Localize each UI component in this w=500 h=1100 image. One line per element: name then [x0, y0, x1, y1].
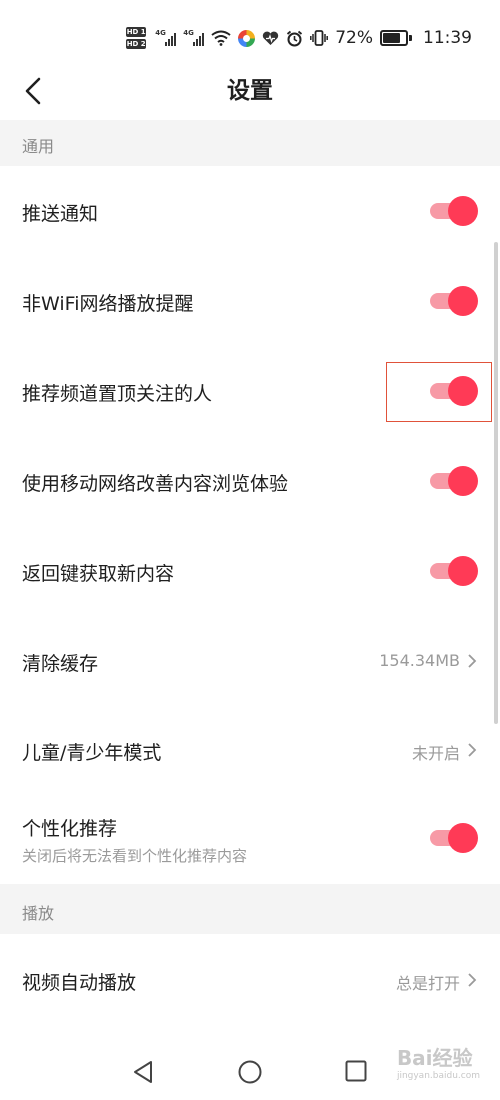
watermark-text: Bai经验 [396, 1046, 473, 1070]
battery-icon [380, 30, 412, 46]
personalized-toggle[interactable] [430, 823, 478, 853]
setting-label: 个性化推荐 [22, 818, 118, 840]
setting-label: 清除缓存 [22, 653, 99, 675]
setting-row-push[interactable]: 推送通知 [0, 166, 500, 256]
setting-label: 返回键获取新内容 [22, 563, 175, 585]
page-title: 设置 [227, 78, 273, 104]
setting-label: 视频自动播放 [22, 972, 137, 994]
header: 设置 [0, 74, 500, 120]
nonwifi-toggle[interactable] [430, 286, 478, 316]
signal-1-icon: 4G [155, 29, 177, 46]
chevron-right-icon [468, 654, 477, 668]
section-label: 通用 [22, 137, 55, 156]
setting-label: 使用移动网络改善内容浏览体验 [22, 473, 289, 495]
setting-label: 非WiFi网络播放提醒 [22, 293, 194, 315]
colorful-app-icon [238, 29, 256, 47]
setting-label: 推荐频道置顶关注的人 [22, 383, 213, 405]
nav-home-icon[interactable] [238, 1060, 262, 1084]
setting-row-kids-mode[interactable]: 儿童/青少年模式 未开启 [0, 706, 500, 794]
status-bar: HD 1 HD 2 4G 4G 72% 11:39 [0, 0, 500, 74]
wifi-icon [211, 30, 231, 46]
vibrate-icon [310, 30, 329, 46]
setting-row-nonwifi[interactable]: 非WiFi网络播放提醒 [0, 256, 500, 346]
setting-row-back-refresh[interactable]: 返回键获取新内容 [0, 526, 500, 616]
scrollbar[interactable] [494, 242, 498, 724]
section-header-general: 通用 [0, 120, 500, 166]
battery-percent: 72% [335, 28, 373, 48]
nav-back-icon[interactable] [132, 1060, 154, 1084]
watermark-logo: Bai经验 jingyan.baidu.com [397, 1042, 480, 1081]
kids-mode-value: 未开启 [411, 744, 460, 763]
section-label: 播放 [22, 904, 55, 923]
status-icons: HD 1 HD 2 4G 4G 72% 11:39 [126, 26, 472, 50]
hd-badges: HD 1 HD 2 [126, 27, 147, 49]
clock: 11:39 [423, 28, 472, 48]
setting-description: 关闭后将无法看到个性化推荐内容 [22, 847, 248, 865]
hd1-badge: HD 1 [126, 27, 147, 37]
setting-row-personalized[interactable]: 个性化推荐 关闭后将无法看到个性化推荐内容 [0, 794, 500, 884]
heart-icon [263, 31, 279, 45]
signal-2-icon: 4G [183, 29, 205, 46]
autoplay-value: 总是打开 [395, 974, 460, 993]
back-refresh-toggle[interactable] [430, 556, 478, 586]
chevron-right-icon [468, 973, 477, 987]
mobile-net-toggle[interactable] [430, 466, 478, 496]
setting-row-mobile-net[interactable]: 使用移动网络改善内容浏览体验 [0, 436, 500, 526]
setting-label: 儿童/青少年模式 [22, 742, 162, 764]
hd2-badge: HD 2 [126, 39, 147, 49]
chevron-right-icon [468, 743, 477, 757]
nav-recents-icon[interactable] [345, 1060, 367, 1082]
highlight-box [386, 362, 492, 422]
section-header-playback: 播放 [0, 884, 500, 934]
cache-size-value: 154.34MB [379, 651, 460, 670]
watermark-url: jingyan.baidu.com [396, 1071, 480, 1081]
setting-label: 推送通知 [22, 203, 99, 225]
setting-row-autoplay[interactable]: 视频自动播放 总是打开 [0, 934, 500, 1026]
setting-row-clear-cache[interactable]: 清除缓存 154.34MB [0, 616, 500, 706]
alarm-icon [287, 30, 303, 46]
push-toggle[interactable] [430, 196, 478, 226]
